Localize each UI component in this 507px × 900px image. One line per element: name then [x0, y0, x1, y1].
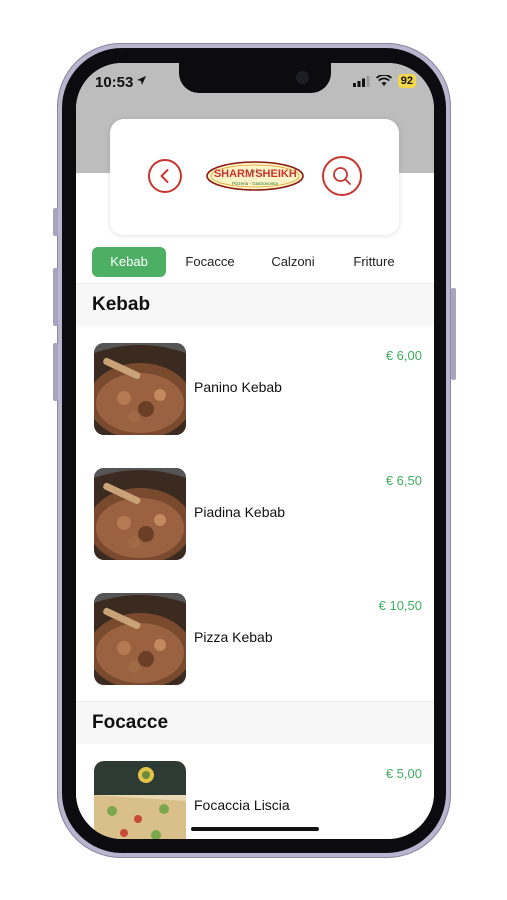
status-time: 10:53	[95, 74, 134, 91]
section-title: Focacce	[92, 712, 169, 733]
header-card: SHARM el SHEIKH Pizzeria - Gastronomia	[110, 119, 399, 235]
location-arrow-icon	[137, 76, 146, 85]
item-photo	[94, 593, 186, 685]
logo-main-text: SHARM	[214, 168, 254, 180]
volume-down-button	[53, 343, 58, 401]
app-screen: 10:53 92 SHARM el SHEIKH Pizzeria - Gast…	[76, 63, 434, 839]
tab-kebab[interactable]: Kebab	[92, 247, 166, 277]
back-button[interactable]	[148, 159, 182, 193]
item-photo	[94, 468, 186, 560]
brand-logo: SHARM el SHEIKH Pizzeria - Gastronomia	[206, 161, 304, 191]
chevron-left-icon	[160, 169, 169, 183]
section-header-focacce: Focacce	[76, 701, 434, 745]
front-camera	[296, 71, 309, 84]
item-photo	[94, 343, 186, 435]
cellular-signal-icon	[352, 75, 370, 87]
notch	[179, 63, 331, 93]
category-tabs: Kebab Focacce Calzoni Fritture	[76, 243, 434, 279]
search-icon	[333, 167, 351, 185]
item-name: Pizza Kebab	[194, 629, 273, 645]
item-photo	[94, 761, 186, 839]
search-button[interactable]	[322, 156, 362, 196]
menu-item[interactable]: Focaccia Liscia € 5,00	[76, 744, 434, 839]
tab-calzoni[interactable]: Calzoni	[258, 247, 328, 277]
item-name: Focaccia Liscia	[194, 797, 290, 813]
item-name: Panino Kebab	[194, 379, 282, 395]
battery-indicator: 92	[397, 74, 416, 88]
mute-switch	[53, 208, 58, 236]
tab-fritture[interactable]: Fritture	[338, 247, 410, 277]
menu-item[interactable]: Pizza Kebab € 10,50	[76, 576, 434, 702]
logo-subtitle: Pizzeria - Gastronomia	[232, 181, 278, 186]
volume-up-button	[53, 268, 58, 326]
item-price: € 10,50	[378, 598, 422, 613]
item-price: € 5,00	[385, 766, 422, 781]
menu-item[interactable]: Piadina Kebab € 6,50	[76, 451, 434, 577]
item-price: € 6,00	[385, 348, 422, 363]
logo-sheikh-text: SHEIKH	[255, 168, 297, 180]
section-title: Kebab	[92, 294, 151, 315]
power-button	[451, 288, 456, 380]
home-indicator[interactable]	[191, 827, 319, 831]
status-icons: 92	[352, 74, 416, 88]
tab-focacce[interactable]: Focacce	[176, 247, 244, 277]
wifi-icon	[375, 75, 392, 86]
item-name: Piadina Kebab	[194, 504, 286, 520]
item-price: € 6,50	[385, 473, 422, 488]
section-header-kebab: Kebab	[76, 283, 434, 327]
menu-item[interactable]: Panino Kebab € 6,00	[76, 326, 434, 452]
